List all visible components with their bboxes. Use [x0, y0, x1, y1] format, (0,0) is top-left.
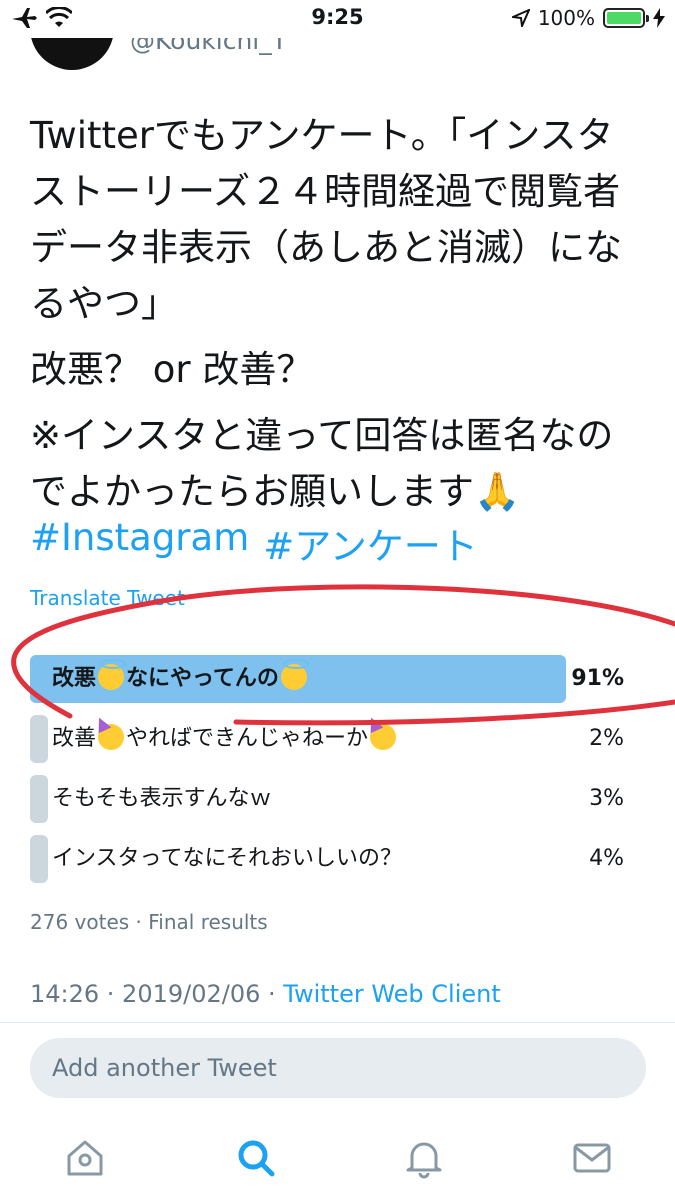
battery-level	[607, 12, 641, 24]
tweet-paragraph: 改悪？ or 改善？	[30, 348, 314, 391]
status-bar: 9:25 100%	[0, 0, 675, 38]
battery-icon	[603, 8, 649, 28]
tweet-text: Twitterでもアンケート。「インスタストーリーズ２４時間経過で閲覧者データ非…	[30, 108, 650, 530]
battery-percent: 100%	[537, 6, 595, 30]
hashtag-link[interactable]: #Instagram	[30, 516, 249, 570]
poll-label-text: なにやってんの	[126, 666, 279, 691]
poll-label-text: そもそも表示すんなｗ	[52, 786, 272, 811]
poll-option-label: インスタってなにそれおいしいの？	[52, 835, 402, 883]
poll-label-text: 改善	[52, 726, 97, 751]
poll-percent: 91%	[571, 666, 624, 691]
reply-input[interactable]: Add another Tweet	[30, 1038, 646, 1098]
hashtag-link[interactable]: #アンケート	[263, 516, 478, 570]
poll-percent: 2%	[589, 726, 624, 751]
poll-bar	[30, 775, 48, 823]
notifications-icon[interactable]	[402, 1136, 446, 1180]
charging-bolt-icon	[653, 8, 665, 28]
poll-bar	[30, 835, 48, 883]
poll: 改悪 なにやってんの 91% 改善 やればできんじゃねーか 2% そもそも表示すんなｗ 3% イ…	[30, 655, 630, 895]
tweet-timestamp: 14:26 · 2019/02/06 ·	[30, 980, 284, 1008]
poll-percent: 4%	[589, 846, 624, 871]
poll-label-text: やればできんじゃねーか	[126, 726, 369, 751]
home-icon[interactable]	[63, 1136, 107, 1180]
poll-option: インスタってなにそれおいしいの？ 4%	[30, 835, 630, 883]
poll-label-text: インスタってなにそれおいしいの？	[52, 846, 403, 871]
poll-bar	[30, 715, 48, 763]
search-icon[interactable]	[234, 1136, 278, 1180]
status-right: 100%	[511, 6, 665, 30]
poll-option: そもそも表示すんなｗ 3%	[30, 775, 630, 823]
poll-option: 改善 やればできんじゃねーか 2%	[30, 715, 630, 763]
poll-label-text: 改悪	[52, 666, 97, 691]
tweet-meta: 14:26 · 2019/02/06 · Twitter Web Client	[30, 980, 501, 1008]
tweet-paragraph: ※インスタと違って回答は匿名なのでよかったらお願いします🙏	[30, 414, 614, 513]
smiling-halo-emoji-icon	[280, 659, 309, 690]
smiling-halo-emoji-icon	[98, 659, 127, 690]
poll-option-label: 改善 やればできんじゃねーか	[52, 715, 398, 763]
messages-icon[interactable]	[570, 1136, 614, 1180]
divider	[0, 1022, 675, 1023]
poll-option: 改悪 なにやってんの 91%	[30, 655, 630, 703]
poll-percent: 3%	[589, 786, 624, 811]
party-face-emoji-icon	[98, 724, 125, 750]
tweet-paragraph: Twitterでもアンケート。「インスタストーリーズ２４時間経過で閲覧者データ非…	[30, 114, 622, 325]
tab-bar	[0, 1118, 675, 1200]
translate-tweet-link[interactable]: Translate Tweet	[30, 586, 185, 610]
poll-option-label: 改悪 なにやってんの	[52, 655, 309, 703]
poll-option-label: そもそも表示すんなｗ	[52, 775, 272, 823]
poll-votes: 276 votes · Final results	[30, 910, 268, 934]
hashtags: #Instagram #アンケート	[30, 516, 478, 570]
location-arrow-icon	[511, 9, 530, 27]
client-link[interactable]: Twitter Web Client	[283, 980, 501, 1008]
party-face-emoji-icon	[370, 724, 397, 750]
